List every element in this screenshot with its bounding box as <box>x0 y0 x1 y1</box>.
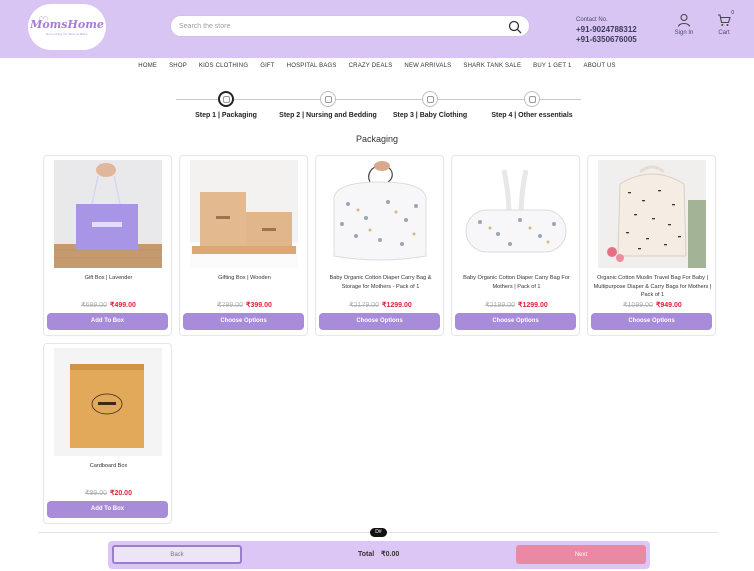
heart-icon: ♡ <box>38 14 49 28</box>
product-image[interactable] <box>54 160 162 268</box>
sale-price: ₹20.00 <box>110 490 132 497</box>
product-card[interactable]: Baby Organic Cotton Diaper Carry Bag For… <box>451 155 580 336</box>
product-price: ₹99.00 ₹20.00 <box>44 489 173 497</box>
nav-home[interactable]: HOME <box>132 63 163 69</box>
original-price: ₹2199.00 <box>485 302 515 309</box>
product-image[interactable] <box>54 348 162 456</box>
section-title: Packaging <box>355 134 399 144</box>
step-indicator <box>422 91 438 107</box>
product-name[interactable]: Gift Box | Lavender <box>48 274 169 283</box>
bundle-footer-bar: Back Total ₹0.00 Next <box>108 541 650 569</box>
back-button[interactable]: Back <box>112 545 242 564</box>
site-logo[interactable]: ♡ MomsHome Everything for Mom & Baby <box>28 4 106 50</box>
contact-label: Contact No. <box>576 17 608 23</box>
step-label: Step 4 | Other essentials <box>491 112 573 119</box>
sale-price: ₹1299.00 <box>518 302 548 309</box>
nav-gift[interactable]: GIFT <box>254 63 280 69</box>
cart-count: 0 <box>731 10 734 16</box>
nav-shop[interactable]: SHOP <box>163 63 193 69</box>
nav-buy-1-get-1[interactable]: BUY 1 GET 1 <box>527 63 577 69</box>
nav-crazy-deals[interactable]: CRAZY DEALS <box>343 63 399 69</box>
product-name[interactable]: Baby Organic Cotton Diaper Carry Bag For… <box>456 274 577 291</box>
cart-link[interactable]: 0 Cart <box>709 10 739 36</box>
product-name[interactable]: Gifting Box | Wooden <box>184 274 305 283</box>
sale-price: ₹949.00 <box>655 302 682 309</box>
original-price: ₹1099.00 <box>623 302 653 309</box>
search-bar <box>170 15 530 37</box>
product-image[interactable] <box>326 160 434 268</box>
search-button[interactable] <box>507 19 523 35</box>
total-summary: Total ₹0.00 <box>358 550 399 558</box>
search-icon <box>508 20 522 34</box>
main-nav: HOME SHOP KIDS CLOTHING GIFT HOSPITAL BA… <box>0 63 754 69</box>
phone-number-2[interactable]: +91-6350676005 <box>576 35 637 45</box>
box-icon <box>426 95 434 103</box>
choose-options-button[interactable]: Choose Options <box>319 313 440 330</box>
phone-number-1[interactable]: +91-9024788312 <box>576 25 637 35</box>
total-value: ₹0.00 <box>381 551 400 558</box>
product-name[interactable]: Baby Organic Cotton Diaper Carry Bag & S… <box>320 274 441 291</box>
step-indicator <box>524 91 540 107</box>
box-icon <box>222 95 230 103</box>
box-icon <box>528 95 536 103</box>
original-price: ₹99.00 <box>85 490 107 497</box>
product-price: ₹699.00 ₹499.00 <box>44 301 173 309</box>
product-price: ₹2179.00 ₹1299.00 <box>316 301 445 309</box>
add-to-box-button[interactable]: Add To Box <box>47 313 168 330</box>
signin-label: Sign In <box>674 30 694 36</box>
add-to-box-button[interactable]: Add To Box <box>47 501 168 518</box>
original-price: ₹2179.00 <box>349 302 379 309</box>
box-icon <box>324 95 332 103</box>
product-card[interactable]: Gift Box | Lavender ₹699.00 ₹499.00 Add T… <box>43 155 172 336</box>
cart-icon <box>718 14 731 26</box>
choose-options-button[interactable]: Choose Options <box>591 313 712 330</box>
product-price: ₹799.00 ₹399.00 <box>180 301 309 309</box>
nav-about-us[interactable]: ABOUT US <box>578 63 622 69</box>
product-image[interactable] <box>190 160 298 268</box>
product-card[interactable]: Gifting Box | Wooden ₹799.00 ₹399.00 Choo… <box>179 155 308 336</box>
product-image[interactable] <box>598 160 706 268</box>
product-name[interactable]: Cardboard Box <box>48 462 169 471</box>
floating-badge[interactable]: D# <box>370 528 387 537</box>
logo-subtitle: Everything for Mom & Baby <box>46 32 88 36</box>
nav-new-arrivals[interactable]: NEW ARRIVALS <box>398 63 457 69</box>
user-icon <box>677 13 691 27</box>
product-name[interactable]: Organic Cotton Muslin Travel Bag For Bab… <box>592 274 713 300</box>
search-input[interactable] <box>179 19 499 34</box>
signin-link[interactable]: Sign In <box>669 13 699 36</box>
next-button[interactable]: Next <box>516 545 646 564</box>
product-image[interactable] <box>462 160 570 268</box>
product-card[interactable]: Baby Organic Cotton Diaper Carry Bag & S… <box>315 155 444 336</box>
choose-options-button[interactable]: Choose Options <box>183 313 304 330</box>
product-card[interactable]: Cardboard Box ₹99.00 ₹20.00 Add To Box <box>43 343 172 524</box>
nav-shark-tank-sale[interactable]: SHARK TANK SALE <box>457 63 527 69</box>
step-indicator <box>218 91 234 107</box>
product-card[interactable]: Organic Cotton Muslin Travel Bag For Bab… <box>587 155 716 336</box>
nav-kids-clothing[interactable]: KIDS CLOTHING <box>193 63 254 69</box>
sale-price: ₹499.00 <box>110 302 136 309</box>
choose-options-button[interactable]: Choose Options <box>455 313 576 330</box>
sale-price: ₹399.00 <box>246 302 272 309</box>
original-price: ₹799.00 <box>217 302 243 309</box>
contact-info: Contact No. +91-9024788312 +91-635067600… <box>576 15 637 45</box>
step-indicator <box>320 91 336 107</box>
nav-hospital-bags[interactable]: HOSPITAL BAGS <box>281 63 343 69</box>
sale-price: ₹1299.00 <box>382 302 412 309</box>
product-price: ₹2199.00 ₹1299.00 <box>452 301 581 309</box>
original-price: ₹699.00 <box>81 302 107 309</box>
product-price: ₹1099.00 ₹949.00 <box>588 301 717 309</box>
total-label: Total <box>358 551 375 558</box>
step-other-essentials[interactable]: Step 4 | Other essentials <box>472 91 592 119</box>
cart-label: Cart <box>718 30 730 36</box>
site-header: ♡ MomsHome Everything for Mom & Baby Con… <box>0 0 754 58</box>
